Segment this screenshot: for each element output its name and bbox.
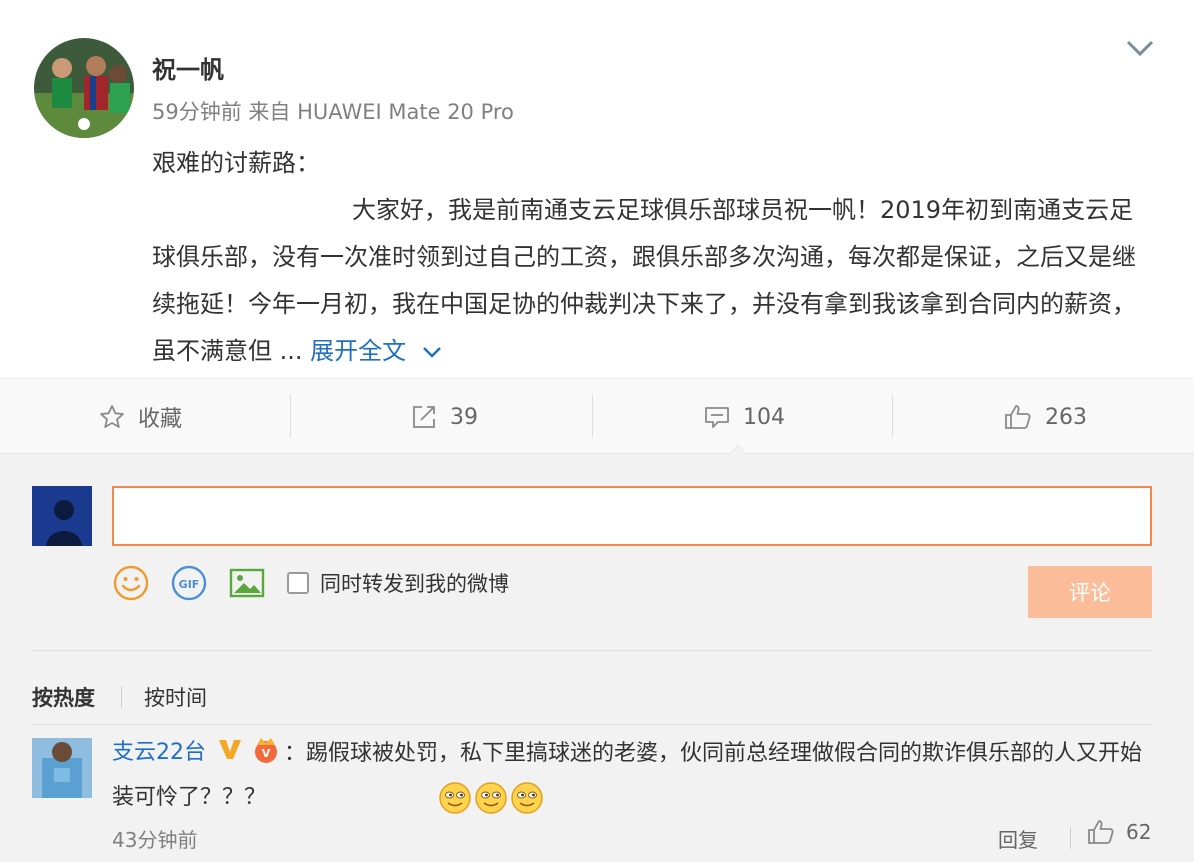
smirk-emoji-icon (511, 782, 543, 814)
post-meta: 59分钟前 来自 HUAWEI Mate 20 Pro (152, 96, 514, 126)
comment-like-count: 62 (1126, 820, 1152, 844)
author-name[interactable]: 祝一帆 (152, 50, 224, 85)
comment-icon (705, 407, 729, 428)
weibo-post: 祝一帆 59分钟前 来自 HUAWEI Mate 20 Pro 艰难的讨薪路： … (0, 0, 1194, 378)
repost-button[interactable]: 39 (410, 379, 478, 455)
post-action-bar: 收藏 39 104 263 (0, 378, 1194, 454)
post-content: 艰难的讨薪路： 大家好，我是前南通支云足球俱乐部球员祝一帆！2019年初到南通支… (152, 140, 1152, 375)
smirk-emoji-icon (475, 782, 507, 814)
comment-count: 104 (743, 404, 785, 430)
thumbs-up-icon (1005, 405, 1031, 429)
svg-text:GIF: GIF (179, 578, 200, 591)
repost-count: 39 (450, 404, 478, 430)
reply-button[interactable]: 回复 (998, 824, 1038, 853)
favorite-label: 收藏 (138, 407, 183, 432)
my-avatar[interactable] (32, 486, 92, 546)
divider (121, 686, 122, 708)
comment-submit-button[interactable]: 评论 (1028, 566, 1152, 618)
sort-by-hot-tab[interactable]: 按热度 (32, 682, 95, 712)
emoji-icon[interactable] (112, 564, 150, 602)
chevron-down-icon[interactable] (1124, 36, 1156, 60)
post-title-line: 艰难的讨薪路： (152, 149, 320, 177)
comment-like-button[interactable]: 62 (1086, 818, 1151, 846)
commenter-name[interactable]: 支云22台 (112, 734, 206, 766)
image-icon[interactable] (228, 564, 266, 602)
commenter-avatar[interactable] (32, 738, 92, 798)
vip-crown-icon[interactable]: V (250, 734, 282, 764)
favorite-button[interactable]: 收藏 (98, 379, 182, 455)
repost-checkbox[interactable] (287, 572, 309, 594)
thumbs-up-icon (1088, 820, 1114, 844)
gif-icon[interactable]: GIF (170, 564, 208, 602)
author-avatar[interactable] (34, 38, 134, 138)
expand-full-text-link[interactable]: 展开全文 (310, 337, 444, 365)
star-icon (100, 405, 124, 428)
emoji-group (266, 776, 546, 820)
repost-checkbox-label: 同时转发到我的微博 (320, 572, 509, 596)
comments-section: GIF 同时转发到我的微博 评论 按热度 按时间 ：踢假球被处罚，私下里搞球迷的… (0, 454, 1194, 862)
like-button[interactable]: 263 (1003, 379, 1087, 455)
chevron-down-icon (423, 347, 442, 358)
comment-time: 43分钟前 (112, 828, 198, 852)
repost-icon (413, 406, 435, 428)
divider (1070, 827, 1071, 849)
svg-text:V: V (262, 747, 271, 760)
sort-by-time-tab[interactable]: 按时间 (144, 682, 207, 712)
like-count: 263 (1045, 404, 1087, 430)
post-time[interactable]: 59分钟前 (152, 100, 242, 124)
comment-input[interactable] (112, 486, 1152, 546)
divider (592, 395, 593, 437)
divider (290, 395, 291, 437)
divider (32, 724, 1152, 725)
post-body: 大家好，我是前南通支云足球俱乐部球员祝一帆！2019年初到南通支云足球俱乐部，没… (152, 187, 1152, 375)
divider (32, 650, 1152, 651)
post-body-text: 大家好，我是前南通支云足球俱乐部球员祝一帆！2019年初到南通支云足球俱乐部，没… (152, 196, 1136, 365)
smirk-emoji-icon (439, 782, 471, 814)
verified-v-icon[interactable] (216, 736, 244, 762)
divider (892, 395, 893, 437)
post-source: 来自 HUAWEI Mate 20 Pro (248, 100, 514, 124)
